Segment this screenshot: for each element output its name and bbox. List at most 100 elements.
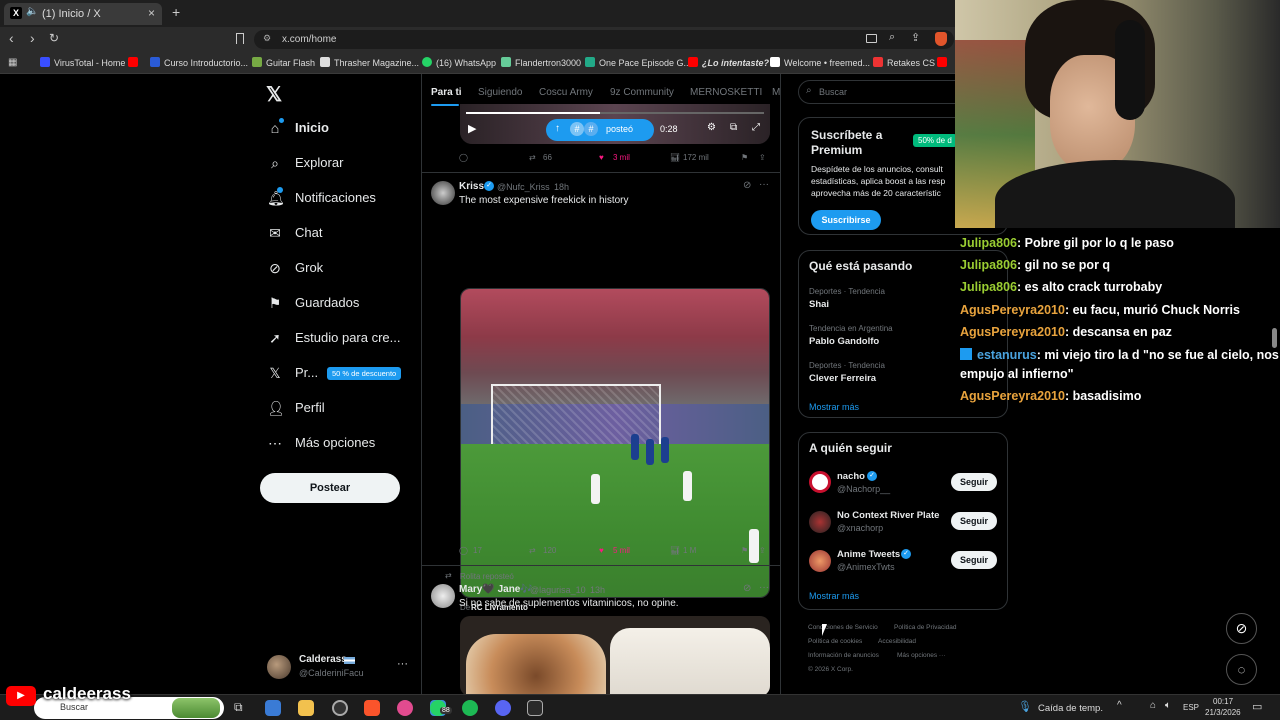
tweet-author-handle[interactable]: @Nufc_Kriss	[497, 182, 550, 192]
bookmark-one-pace[interactable]: One Pace Episode G...	[585, 57, 691, 68]
tab-para-ti[interactable]: Para ti	[431, 87, 462, 98]
grok-icon[interactable]: ⊘	[743, 180, 751, 191]
share-icon[interactable]: ⇪	[759, 546, 766, 555]
volume-icon[interactable]: 🔈︎	[1165, 700, 1171, 711]
bookmark-freemed[interactable]: Welcome • freemed...	[770, 57, 870, 68]
network-icon[interactable]: ⌂	[1150, 700, 1156, 711]
video-posted-pill[interactable]: ↑ # # posteó	[546, 119, 654, 141]
video-pip-icon[interactable]: ⧉	[730, 122, 737, 133]
zoom-icon[interactable]: ⌕	[889, 31, 895, 44]
weather-text[interactable]: Caída de temp.	[1038, 703, 1103, 714]
follow-button[interactable]: Seguir	[951, 551, 997, 569]
video-progress-bar[interactable]	[466, 112, 764, 114]
account-switcher[interactable]: Calderass @CalderiniFacu ···	[265, 652, 413, 684]
share-icon[interactable]: ⇪	[759, 153, 766, 162]
follow-name[interactable]: No Context River Plate	[837, 510, 939, 521]
cast-icon[interactable]	[866, 34, 877, 43]
views-icon[interactable]: 📊︎	[670, 546, 680, 555]
footer-cookies[interactable]: Política de cookies	[808, 638, 862, 645]
clock-date[interactable]: 21/3/2026	[1205, 708, 1241, 717]
bookmark-guitar-flash[interactable]: Guitar Flash	[252, 57, 315, 68]
file-explorer-icon[interactable]	[298, 700, 314, 716]
tray-chevron-icon[interactable]: ^	[1117, 700, 1122, 711]
url-field[interactable]: ⚙ x.com/home	[254, 30, 954, 49]
follow-show-more[interactable]: Mostrar más	[809, 591, 859, 601]
bookmark-virustotal[interactable]: VirusTotal - Home	[40, 57, 125, 68]
views-icon[interactable]: 📊︎	[670, 153, 680, 162]
bookmark-thrasher[interactable]: Thrasher Magazine...	[320, 57, 419, 68]
play-icon[interactable]: ▶	[468, 122, 476, 135]
bookmark-youtube-2[interactable]	[937, 57, 951, 68]
epic-games-icon[interactable]	[527, 700, 543, 716]
app-icon[interactable]	[397, 700, 413, 716]
follow-name[interactable]: Anime Tweets	[837, 549, 900, 560]
tab-coscu-army[interactable]: Coscu Army	[539, 87, 593, 98]
post-button[interactable]: Postear	[260, 473, 400, 503]
trends-show-more[interactable]: Mostrar más	[809, 402, 859, 412]
bookmark-page-icon[interactable]	[236, 33, 244, 44]
like-icon[interactable]: ♥	[599, 546, 604, 555]
x-logo-icon[interactable]: 𝕏	[266, 82, 282, 107]
brave-icon[interactable]	[364, 700, 380, 716]
tweet-kriss[interactable]: Kriss ✓ @Nufc_Kriss 18h ⊘ ··· The most e…	[422, 173, 780, 612]
bookmark-curso[interactable]: Curso Introductorio...	[150, 57, 248, 68]
account-more-icon[interactable]: ···	[397, 658, 408, 670]
tab-9z-community[interactable]: 9z Community	[610, 87, 674, 98]
language-indicator[interactable]: ESP	[1183, 703, 1199, 712]
discord-icon[interactable]	[495, 700, 511, 716]
grok-float-button[interactable]: ⊘	[1226, 613, 1257, 644]
new-tab-icon[interactable]: +	[172, 4, 180, 20]
tab-siguiendo[interactable]: Siguiendo	[478, 87, 522, 98]
subscribe-button[interactable]: Suscribirse	[811, 210, 881, 230]
footer-accessibility[interactable]: Accesibilidad	[878, 638, 916, 645]
brave-shield-icon[interactable]	[935, 32, 947, 46]
tweet-mary-jane[interactable]: ⇄ Rolita reposteó Mary🖤 Jane🎶 @lagurisa_…	[422, 566, 780, 694]
tweet-more-icon[interactable]: ···	[759, 582, 769, 593]
browser-tab[interactable]: X 🔈 (1) Inicio / X ×	[4, 3, 162, 25]
bookmark-lo-intentaste[interactable]: ¿Lo intentaste?	[688, 57, 769, 68]
notifications-icon[interactable]: ▭	[1252, 700, 1262, 713]
messages-float-button[interactable]: ◌	[1226, 654, 1257, 685]
video-player[interactable]: ▶ ↑ # # posteó 0:28 ⚙ ⧉ ⤢	[460, 104, 770, 144]
tweet-author-handle[interactable]: @lagurisa_10	[530, 585, 586, 595]
tweet-media-image[interactable]	[460, 616, 770, 694]
tab-mernosketti[interactable]: MERNOSKETTI	[690, 87, 762, 98]
close-tab-icon[interactable]: ×	[148, 6, 155, 20]
tweet-more-icon[interactable]: ···	[759, 179, 769, 190]
page-scrollbar[interactable]	[1272, 328, 1277, 348]
reposted-by[interactable]: Rolita reposteó	[460, 572, 514, 581]
bookmark-youtube-1[interactable]	[128, 57, 142, 68]
bookmark-icon[interactable]: ⚑	[741, 153, 748, 162]
grok-icon[interactable]: ⊘	[743, 583, 751, 594]
forward-icon[interactable]: ›	[30, 30, 35, 46]
reply-icon[interactable]: ◯	[459, 153, 468, 162]
follow-name[interactable]: nacho	[837, 471, 865, 482]
bookmark-flandertron[interactable]: Flandertron3000	[501, 57, 581, 68]
bookmark-icon[interactable]: ⚑	[741, 546, 748, 555]
back-icon[interactable]: ‹	[9, 30, 14, 46]
like-icon[interactable]: ♥	[599, 153, 604, 162]
spotify-icon[interactable]	[462, 700, 478, 716]
site-info-icon[interactable]: ⚙	[263, 33, 271, 44]
task-view-icon[interactable]: ⧉	[234, 700, 243, 715]
footer-terms[interactable]: Condiciones de Servicio	[808, 624, 878, 631]
video-settings-icon[interactable]: ⚙	[707, 122, 716, 133]
apps-grid-icon[interactable]: ▦	[8, 57, 17, 68]
reply-icon[interactable]: ◯	[459, 546, 468, 555]
tweet-author-name[interactable]: Kriss	[459, 181, 484, 192]
follow-button[interactable]: Seguir	[951, 473, 997, 491]
footer-more[interactable]: Más opciones ···	[897, 652, 945, 659]
tab-m[interactable]: M	[772, 87, 780, 98]
obs-icon[interactable]	[332, 700, 348, 716]
footer-privacy[interactable]: Política de Privacidad	[894, 624, 957, 631]
bookmark-retakes[interactable]: Retakes CS	[873, 57, 935, 68]
store-icon[interactable]	[265, 700, 281, 716]
clock-time[interactable]: 00:17	[1213, 697, 1233, 706]
reload-icon[interactable]: ↻	[49, 31, 59, 45]
bookmark-whatsapp[interactable]: (16) WhatsApp	[422, 57, 496, 68]
audio-icon[interactable]: 🔈	[26, 6, 38, 17]
microphone-icon[interactable]: 🎙︎	[1018, 700, 1032, 713]
footer-ads-info[interactable]: Información de anuncios	[808, 652, 879, 659]
tweet-author-name[interactable]: Mary🖤 Jane🎶	[459, 584, 533, 595]
follow-button[interactable]: Seguir	[951, 512, 997, 530]
